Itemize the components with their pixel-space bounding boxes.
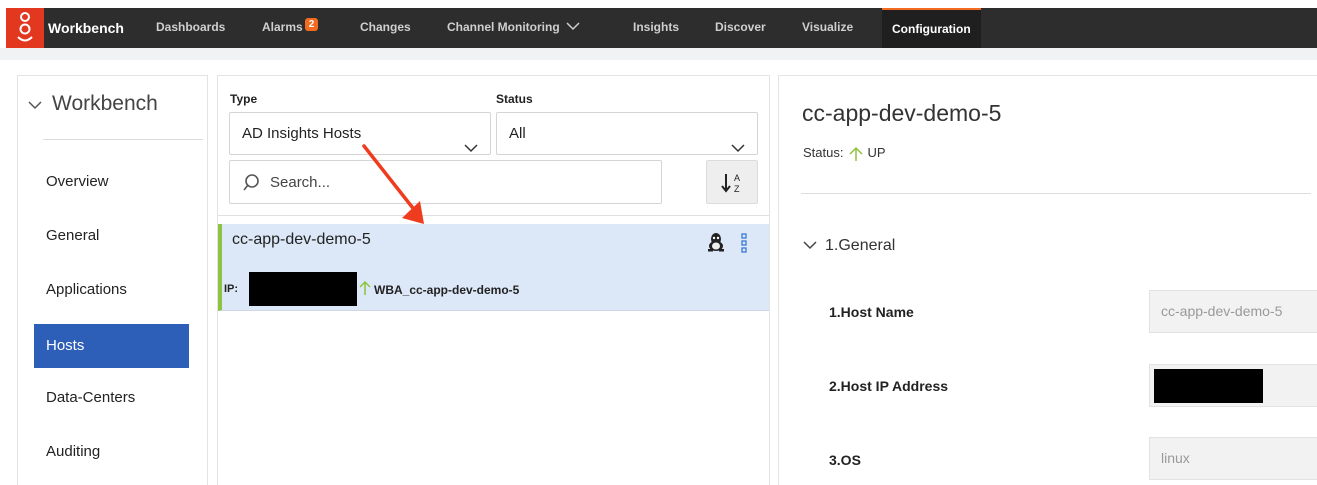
status-up-icon	[359, 280, 371, 296]
status-up-icon	[849, 146, 863, 161]
chevron-down-icon	[28, 92, 42, 116]
chevron-down-icon	[566, 8, 580, 46]
sort-az-button[interactable]: A Z	[706, 160, 758, 204]
chevron-down-icon	[464, 128, 478, 153]
nav-channel-monitoring[interactable]: Channel Monitoring	[447, 8, 580, 48]
host-name-field[interactable]: cc-app-dev-demo-5	[1149, 290, 1317, 333]
type-filter-label: Type	[230, 92, 258, 106]
alarms-count-badge: 2	[304, 18, 319, 31]
section-title: 1.General	[825, 237, 896, 254]
detail-title: cc-app-dev-demo-5	[802, 100, 1002, 126]
os-label: 3.OS	[829, 452, 861, 468]
redacted-ip	[1154, 369, 1263, 403]
nav-visualize[interactable]: Visualize	[802, 8, 853, 48]
sidebar-item-auditing[interactable]: Auditing	[34, 430, 189, 474]
section-general-toggle[interactable]: 1.General	[803, 237, 895, 255]
status-filter-label: Status	[496, 92, 533, 106]
sidebar-item-general[interactable]: General	[34, 214, 189, 258]
search-input[interactable]	[270, 169, 650, 195]
nav-changes[interactable]: Changes	[360, 8, 411, 48]
nav-dashboards[interactable]: Dashboards	[156, 8, 225, 48]
host-application: WBA_cc-app-dev-demo-5	[374, 283, 520, 297]
nav-channel-monitoring-label: Channel Monitoring	[447, 20, 560, 34]
more-options-icon[interactable]	[741, 232, 747, 254]
svg-text:Z: Z	[734, 184, 740, 194]
top-navigation-bar: Workbench Dashboards Alarms 2 Changes Cha…	[6, 8, 1317, 48]
divider	[801, 193, 1311, 194]
nav-alarms-label: Alarms	[262, 20, 303, 34]
sidebar-item-applications[interactable]: Applications	[34, 268, 189, 312]
os-field[interactable]: linux	[1149, 437, 1317, 480]
host-name-label: 1.Host Name	[829, 304, 914, 320]
status-select[interactable]: All	[496, 112, 758, 155]
sidebar-item-overview[interactable]: Overview	[34, 160, 189, 204]
sidebar-title: Workbench	[52, 92, 158, 115]
host-ip-field[interactable]	[1149, 364, 1317, 407]
host-list-item[interactable]: cc-app-dev-demo-5 IP: WBA_cc-app-dev-dem…	[218, 224, 769, 311]
ip-label: IP:	[224, 283, 239, 295]
chevron-down-icon	[803, 241, 817, 250]
chevron-down-icon	[731, 128, 745, 153]
svg-text:A: A	[734, 173, 740, 183]
type-select-value: AD Insights Hosts	[242, 125, 362, 142]
host-name: cc-app-dev-demo-5	[232, 231, 371, 248]
nav-insights[interactable]: Insights	[633, 8, 679, 48]
host-ip-label: 2.Host IP Address	[829, 378, 949, 394]
divider	[43, 139, 203, 140]
sidebar-header[interactable]: Workbench	[28, 92, 158, 122]
status-select-value: All	[509, 125, 526, 142]
header-shadow	[0, 48, 1317, 60]
app-title[interactable]: Workbench	[48, 8, 124, 48]
redacted-ip	[249, 272, 357, 306]
status-value: UP	[867, 145, 886, 160]
nav-alarms[interactable]: Alarms 2	[262, 8, 319, 48]
sidebar: Workbench Overview General Applications …	[17, 75, 208, 485]
status-row: Status: UP	[803, 145, 886, 162]
status-label: Status:	[803, 145, 844, 160]
search-box	[229, 160, 662, 204]
sidebar-item-data-centers[interactable]: Data-Centers	[34, 376, 189, 420]
search-icon	[242, 173, 262, 193]
linux-icon	[707, 232, 725, 252]
sidebar-item-hosts[interactable]: Hosts	[34, 324, 189, 368]
type-select[interactable]: AD Insights Hosts	[229, 112, 491, 155]
nav-discover[interactable]: Discover	[715, 8, 766, 48]
genesys-logo-icon[interactable]	[6, 8, 44, 48]
host-detail-panel: cc-app-dev-demo-5 Status: UP 1.General 1.…	[778, 75, 1317, 485]
host-list-panel: Type Status AD Insights Hosts All A Z cc…	[217, 75, 770, 485]
divider	[218, 215, 769, 216]
nav-configuration[interactable]: Configuration	[882, 8, 981, 48]
sort-ascending-icon: A Z	[721, 173, 740, 194]
